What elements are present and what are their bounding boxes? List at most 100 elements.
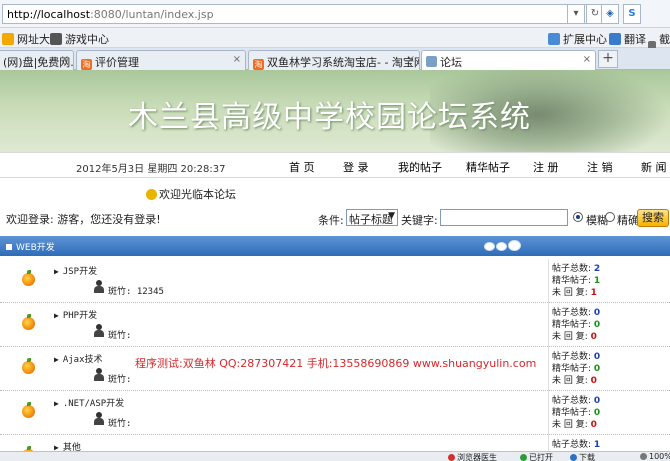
moderator-info: 斑竹: 12345: [108, 287, 164, 297]
board-row: ▶ .NET/ASP开发斑竹: 帖子总数: 0 精华帖子: 0 未 回 复: 0: [0, 391, 670, 435]
moderator-icon: [93, 412, 104, 425]
triangle-right-icon: ▶: [54, 311, 59, 320]
download-button[interactable]: 下载: [570, 452, 595, 461]
close-icon[interactable]: ×: [583, 54, 591, 65]
translate-button[interactable]: 翻译: [609, 31, 646, 47]
stat-posts: 帖子总数: 0: [552, 352, 601, 362]
doctor-icon: [448, 454, 455, 461]
radio-exact-label: 精确: [617, 214, 639, 227]
board-orange-icon: [22, 358, 35, 374]
address-bar[interactable]: http://localhost:8080/luntan/index.jsp: [2, 4, 595, 24]
welcome-bar: 欢迎光临本论坛: [0, 179, 670, 205]
condition-select[interactable]: 帖子标题 ▼: [346, 209, 398, 226]
taobao-icon: 淘: [81, 59, 92, 70]
tab-strip: (网)盘|免费网... × 淘评价管理 × 淘双鱼林学习系统淘宝店- - 淘宝网 × …: [0, 48, 670, 71]
nav-elite-posts[interactable]: 精华帖子: [466, 159, 510, 175]
tab-review[interactable]: 淘评价管理 ×: [76, 50, 246, 70]
column-divider: [548, 259, 549, 303]
board-orange-icon: [22, 402, 35, 418]
stat-unreplied: 未 回 复: 0: [552, 376, 597, 386]
nav-my-posts[interactable]: 我的帖子: [398, 159, 442, 175]
board-orange-icon: [22, 270, 35, 286]
shield-icon[interactable]: ◈: [601, 4, 619, 24]
test-watermark: 程序测试:双鱼林 QQ:287307421 手机:13558690869 www…: [135, 357, 537, 370]
keyword-label: 关键字:: [401, 214, 438, 227]
moderator-info: 斑竹:: [108, 331, 132, 341]
close-icon[interactable]: ×: [407, 54, 415, 65]
tab-forum[interactable]: 论坛 ×: [421, 50, 596, 71]
column-divider: [548, 303, 549, 347]
site-banner: 木兰县高级中学校园论坛系统: [0, 70, 670, 152]
moderator-info: 斑竹:: [108, 419, 132, 429]
keyword-input[interactable]: [440, 209, 568, 226]
smiley-icon: [146, 188, 157, 200]
bubble-icon: [484, 242, 495, 251]
tab-taobao-shop[interactable]: 淘双鱼林学习系统淘宝店- - 淘宝网 ×: [248, 50, 420, 70]
gamepad-icon: [50, 33, 62, 45]
column-divider: [548, 391, 549, 435]
extension-center[interactable]: 扩展中心: [548, 31, 607, 47]
nav-register[interactable]: 注 册: [533, 159, 559, 175]
nav-news[interactable]: 新 闻: [641, 159, 667, 175]
search-button[interactable]: 搜索: [637, 209, 669, 227]
stat-unreplied: 未 回 复: 1: [552, 288, 597, 298]
opened-indicator[interactable]: 已打开: [520, 452, 553, 461]
folder-icon: [2, 33, 14, 45]
stat-elite: 精华帖子: 0: [552, 364, 601, 374]
taobao-icon: 淘: [253, 59, 264, 70]
browser-doctor[interactable]: 浏览器医生: [448, 452, 497, 461]
stat-posts: 帖子总数: 0: [552, 396, 601, 406]
status-bar: 浏览器医生 已打开 下载 100%: [0, 451, 670, 461]
new-tab-button[interactable]: +: [598, 50, 618, 68]
moderator-icon: [93, 280, 104, 293]
address-url: http://localhost:8080/luntan/index.jsp: [7, 8, 214, 21]
board-stats: 帖子总数: 0 精华帖子: 0 未 回 复: 0: [552, 351, 600, 387]
triangle-right-icon: ▶: [54, 399, 59, 408]
nav-logout[interactable]: 注 销: [587, 159, 613, 175]
section-title: WEB开发: [6, 240, 55, 253]
section-header: WEB开发: [0, 236, 670, 256]
stat-elite: 精华帖子: 1: [552, 276, 601, 286]
stat-unreplied: 未 回 复: 0: [552, 420, 597, 430]
site-title: 木兰县高级中学校园论坛系统: [128, 100, 531, 135]
board-stats: 帖子总数: 0 精华帖子: 0 未 回 复: 0: [552, 395, 600, 431]
board-link[interactable]: ▶ Ajax技术: [54, 352, 103, 365]
search-engine-icon[interactable]: S: [623, 4, 641, 24]
close-icon[interactable]: ×: [233, 54, 241, 65]
login-status: 欢迎登录: 游客，您还没有登录!: [6, 213, 161, 226]
board-orange-icon: [22, 314, 35, 330]
bubble-icon: [508, 240, 521, 251]
dropdown-arrow-icon[interactable]: ▾: [567, 4, 585, 24]
board-link[interactable]: ▶ PHP开发: [54, 308, 97, 321]
moderator-info: 斑竹:: [108, 375, 132, 385]
tab-netdisk[interactable]: (网)盘|免费网... ×: [0, 50, 74, 70]
moderator-icon: [93, 368, 104, 381]
stat-unreplied: 未 回 复: 0: [552, 332, 597, 342]
moderator-icon: [93, 324, 104, 337]
chevron-down-icon: ▼: [388, 211, 395, 221]
board-stats: 帖子总数: 0 精华帖子: 0 未 回 复: 0: [552, 307, 600, 343]
search-bar: 欢迎登录: 游客，您还没有登录! 条件: 帖子标题 ▼ 关键字: 模糊 精确 搜索: [0, 206, 670, 230]
board-link[interactable]: ▶ .NET/ASP开发: [54, 396, 124, 409]
board-stats: 帖子总数: 2 精华帖子: 1 未 回 复: 1: [552, 263, 600, 299]
board-row: ▶ PHP开发斑竹: 帖子总数: 0 精华帖子: 0 未 回 复: 0: [0, 303, 670, 347]
close-icon[interactable]: ×: [61, 54, 69, 65]
column-divider: [548, 347, 549, 391]
translate-icon: [609, 33, 621, 45]
triangle-right-icon: ▶: [54, 355, 59, 364]
collapse-toggle[interactable]: [484, 240, 522, 254]
main-nav: 2012年5月3日 星期四 20:28:37 首 页 登 录 我的帖子 精华帖子…: [0, 152, 670, 178]
nav-home[interactable]: 首 页: [289, 159, 315, 175]
nav-login[interactable]: 登 录: [343, 159, 369, 175]
zoom-icon: [640, 453, 647, 460]
radio-fuzzy[interactable]: [573, 212, 583, 222]
radio-exact[interactable]: [605, 212, 615, 222]
download-icon: [570, 454, 577, 461]
welcome-message: 欢迎光临本论坛: [146, 186, 236, 202]
bubble-icon: [496, 242, 507, 251]
zoom-level[interactable]: 100%: [640, 452, 670, 461]
bookmark-games[interactable]: 游戏中心: [50, 31, 109, 47]
condition-label: 条件:: [318, 214, 344, 227]
board-link[interactable]: ▶ JSP开发: [54, 264, 97, 277]
square-icon: [6, 243, 12, 250]
